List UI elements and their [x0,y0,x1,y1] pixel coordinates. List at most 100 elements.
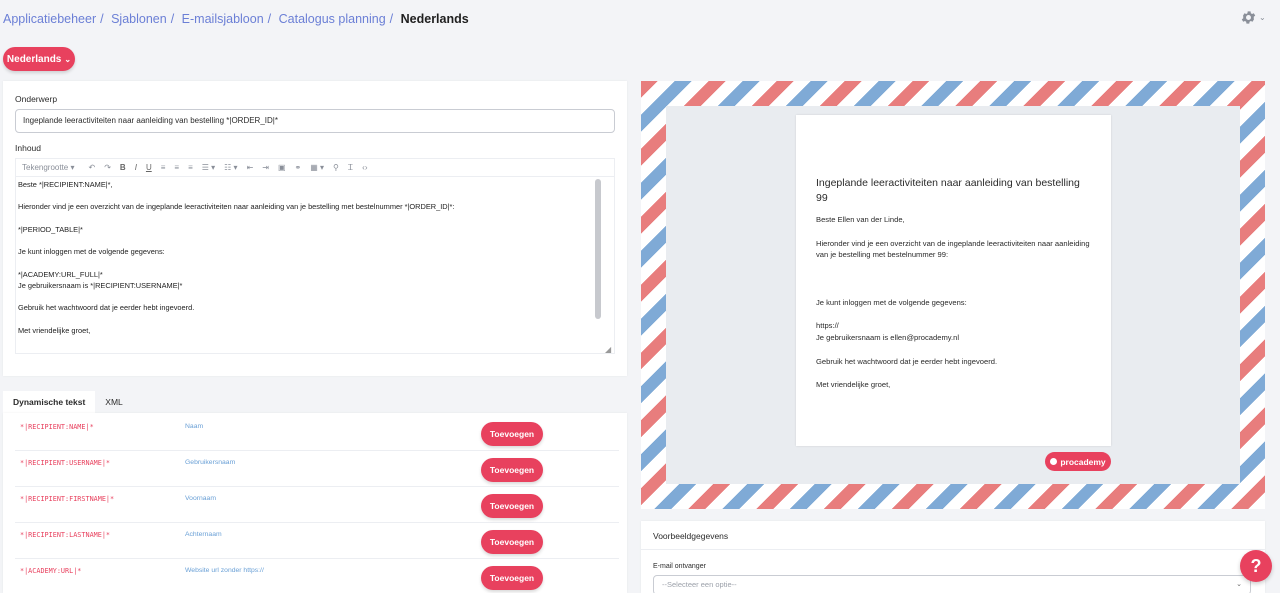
indent-icon[interactable]: ⇥ [262,163,269,172]
editor-line: Je kunt inloggen met de volgende gegeven… [18,247,165,257]
logo-text: procademy [1060,456,1106,467]
tab-dynamische-tekst[interactable]: Dynamische tekst [3,391,96,413]
preview-username: Je gebruikersnaam is ellen@procademy.nl [816,332,960,342]
placeholder-code: *|RECIPIENT:FIRSTNAME|* [20,495,115,503]
procademy-logo: procademy [1045,452,1111,471]
breadcrumb-separator: / [389,12,394,26]
bullet-list-icon[interactable]: ☰ ▾ [202,163,215,172]
select-placeholder: --Selecteer een optie-- [662,580,737,589]
subject-input[interactable]: Ingeplande leeractiviteiten naar aanleid… [15,109,615,133]
preview-intro: Hieronder vind je een overzicht van de i… [816,238,1090,260]
align-center-icon[interactable]: ≡ [174,163,179,172]
email-recipient-label: E-mail ontvanger [653,563,706,570]
editor-line: Gebruik het wachtwoord dat je eerder heb… [18,303,195,313]
editor-line [18,235,612,246]
breadcrumb-item-catalogus-planning[interactable]: Catalogus planning [279,12,386,26]
table-row: *|RECIPIENT:NAME|* Naam Toevoegen [15,415,619,451]
editor-scrollbar[interactable] [595,179,601,319]
editor-line: Hieronder vind je een overzicht van de i… [18,202,455,212]
help-button[interactable]: ? [1240,550,1272,582]
table-row: *|ACADEMY:URL|* Website url zonder https:… [15,559,619,593]
breadcrumb-item-sjablonen[interactable]: Sjablonen [111,12,167,26]
sample-data-title: Voorbeeldgegevens [653,531,729,541]
editor-line [18,213,612,224]
add-placeholder-button[interactable]: Toevoegen [481,494,543,518]
logo-mark-icon [1050,458,1058,465]
language-label: Nederlands [6,53,62,65]
chevron-down-icon: ⌄ [1236,581,1242,588]
resize-handle-icon[interactable]: ◢ [605,345,611,354]
editor-line: Met vriendelijke groet, [18,325,91,335]
code-icon[interactable]: ‹› [362,163,367,172]
subject-label: Onderwerp [15,94,58,104]
preview-url: https:// [816,321,839,331]
link-icon[interactable]: ⚭ [295,163,302,172]
placeholder-description: Naam [185,423,204,430]
breadcrumb-current: Nederlands [400,12,469,26]
email-preview-inner: Ingeplande leeractiviteiten naar aanleid… [666,106,1240,484]
breadcrumb-separator: / [170,12,175,26]
editor-line: Beste *|RECIPIENT:NAME|*, [18,180,113,189]
font-size-label: Tekengrootte [22,163,69,172]
table-icon[interactable]: ▦ ▾ [310,163,324,172]
dynamic-text-card: *|RECIPIENT:NAME|* Naam Toevoegen *|RECIPIE… [3,413,627,593]
editor-line [18,190,612,201]
divider [641,549,1265,550]
breadcrumb-item-applicatiebeheer[interactable]: Applicatiebeheer [3,12,96,26]
placeholder-description: Gebruikersnaam [185,459,236,466]
placeholder-description: Website url zonder https:// [185,567,264,574]
editor-line [18,291,612,302]
editor-card: Onderwerp Ingeplande leeractiviteiten na… [3,81,627,376]
add-placeholder-button[interactable]: Toevoegen [481,566,543,590]
numbered-list-icon[interactable]: ☷ ▾ [224,163,237,172]
breadcrumb: Applicatiebeheer / Sjablonen / E-mailsjabl… [3,12,469,26]
placeholder-code: *|RECIPIENT:USERNAME|* [20,459,111,467]
image-icon[interactable]: ▣ [278,163,286,172]
add-placeholder-button[interactable]: Toevoegen [481,530,543,554]
preview-closing: Met vriendelijke groet, [816,380,891,390]
editor-body[interactable]: Beste *|RECIPIENT:NAME|*, Hieronder vind… [15,176,615,354]
table-row: *|RECIPIENT:USERNAME|* Gebruikersnaam Toev… [15,451,619,487]
tab-bar: Dynamische tekst XML [3,391,133,413]
outdent-icon[interactable]: ⇤ [247,163,254,172]
preview-login: Je kunt inloggen met de volgende gegeven… [816,297,967,307]
preview-greeting: Beste Ellen van der Linde, [816,215,905,224]
tab-xml[interactable]: XML [95,391,132,413]
undo-icon[interactable]: ↶ [89,163,96,172]
italic-icon[interactable]: I [135,163,137,172]
preview-title: Ingeplande leeractiviteiten naar aanleid… [816,177,1080,204]
search-icon[interactable]: ⚲ [333,163,339,172]
placeholder-code: *|RECIPIENT:LASTNAME|* [20,531,111,539]
table-row: *|RECIPIENT:LASTNAME|* Achternaam Toevoege… [15,523,619,559]
bold-icon[interactable]: B [120,163,126,172]
editor-line [18,257,612,268]
editor-line: *|PERIOD_TABLE|* [18,224,83,234]
align-left-icon[interactable]: ≡ [161,163,166,172]
editor-line: Je gebruikersnaam is *|RECIPIENT:USERNAM… [18,280,183,290]
clear-format-icon[interactable]: Ꮖ [348,163,353,173]
align-right-icon[interactable]: ≡ [188,163,193,172]
editor-line: *|ACADEMY:URL_FULL|* [18,269,103,279]
question-icon: ? [1250,555,1262,576]
font-size-dropdown[interactable]: Tekengrootte ▾ [22,163,75,172]
gear-icon [1241,11,1256,24]
email-recipient-select[interactable]: --Selecteer een optie-- ⌄ [653,575,1251,593]
settings-menu[interactable]: ⌄ [1240,9,1268,27]
underline-icon[interactable]: U [146,163,152,172]
table-row: *|RECIPIENT:FIRSTNAME|* Voornaam Toevoegen [15,487,619,523]
chevron-down-icon: ⌄ [1259,13,1266,22]
add-placeholder-button[interactable]: Toevoegen [481,458,543,482]
add-placeholder-button[interactable]: Toevoegen [481,422,543,446]
chevron-down-icon: ⌄ [64,54,72,64]
redo-icon[interactable]: ↷ [104,163,111,172]
preview-password: Gebruik het wachtwoord dat je eerder heb… [816,356,998,366]
email-preview-paper: Ingeplande leeractiviteiten naar aanleid… [796,115,1111,446]
editor-line [18,313,612,324]
content-label: Inhoud [15,143,41,153]
breadcrumb-separator: / [100,12,104,26]
placeholder-description: Achternaam [185,531,222,538]
placeholder-code: *|RECIPIENT:NAME|* [20,423,94,431]
language-select-button[interactable]: Nederlands ⌄ [3,47,75,71]
sample-data-card: Voorbeeldgegevens E-mail ontvanger --Sel… [641,521,1265,593]
breadcrumb-item-emailsjabloon[interactable]: E-mailsjabloon [182,12,264,26]
